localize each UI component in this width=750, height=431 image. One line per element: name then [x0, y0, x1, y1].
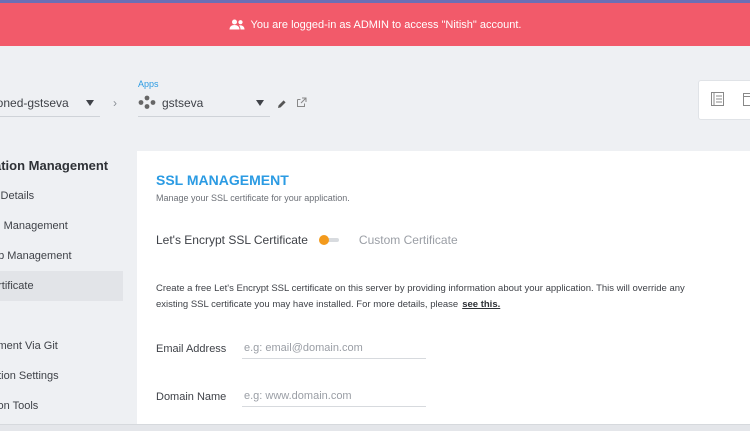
sidebar-item-label: tion Tools [0, 400, 38, 412]
server-name: loned-gstseva [0, 96, 86, 110]
calendar-icon[interactable] [743, 92, 750, 111]
sidebar-item-backup-restore[interactable]: e [0, 301, 123, 331]
sidebar-title: ation Management [0, 158, 108, 173]
list-view-icon[interactable] [711, 92, 724, 111]
certificate-type-row: Let's Encrypt SSL Certificate Custom Cer… [156, 232, 458, 248]
sidebar-item-label: ertificate [0, 280, 34, 292]
domain-label: Domain Name [156, 391, 242, 403]
banner-message: You are logged-in as ADMIN to access "Ni… [251, 19, 522, 31]
ssl-management-card: SSL MANAGEMENT Manage your SSL certifica… [137, 151, 750, 426]
letsencrypt-option-label[interactable]: Let's Encrypt SSL Certificate [156, 233, 308, 247]
app-name: gstseva [162, 96, 256, 110]
page-subtitle: Manage your SSL certificate for your app… [156, 193, 350, 203]
certificate-type-toggle[interactable] [319, 235, 339, 245]
apps-label: Apps [138, 79, 159, 89]
pencil-icon[interactable] [277, 96, 287, 114]
domain-input[interactable] [242, 386, 426, 407]
sidebar-item-ssl-certificate[interactable]: ertificate [0, 271, 123, 301]
see-this-link[interactable]: see this. [462, 299, 500, 310]
email-label: Email Address [156, 343, 242, 355]
info-text: Create a free Let's Encrypt SSL certific… [156, 283, 685, 310]
external-link-icon[interactable] [296, 95, 307, 113]
admin-login-banner: You are logged-in as ADMIN to access "Ni… [0, 3, 750, 46]
users-icon [229, 19, 245, 30]
sidebar-item-migration-tools[interactable]: tion Tools [0, 391, 123, 421]
sidebar-item-label: in Management [0, 220, 68, 232]
sidebar-item-application-settings[interactable]: ation Settings [0, 361, 123, 391]
sidebar-item-label: yment Via Git [0, 340, 58, 352]
view-switcher [698, 80, 750, 120]
custom-certificate-option-label[interactable]: Custom Certificate [359, 233, 458, 247]
sidebar-item-label: ob Management [0, 250, 72, 262]
sidebar-item-label: ation Settings [0, 370, 59, 382]
letsencrypt-info: Create a free Let's Encrypt SSL certific… [156, 281, 716, 313]
toggle-knob [319, 235, 329, 245]
caret-down-icon [86, 100, 94, 106]
sidebar-item-deployment-via-git[interactable]: yment Via Git [0, 331, 123, 361]
chevron-right-icon: › [113, 96, 117, 110]
email-field-row: Email Address [156, 338, 426, 359]
app-cluster-icon [138, 95, 156, 112]
sidebar-item-cron-job-management[interactable]: ob Management [0, 241, 123, 271]
server-selector[interactable]: loned-gstseva [0, 90, 100, 117]
page-title: SSL MANAGEMENT [156, 172, 289, 188]
caret-down-icon [256, 100, 264, 106]
sidebar-item-domain-management[interactable]: in Management [0, 211, 123, 241]
app-selector[interactable]: gstseva [138, 90, 270, 117]
sidebar-item-label: s Details [0, 190, 34, 202]
domain-field-row: Domain Name [156, 386, 426, 407]
email-input[interactable] [242, 338, 426, 359]
sidebar-item-access-details[interactable]: s Details [0, 181, 123, 211]
